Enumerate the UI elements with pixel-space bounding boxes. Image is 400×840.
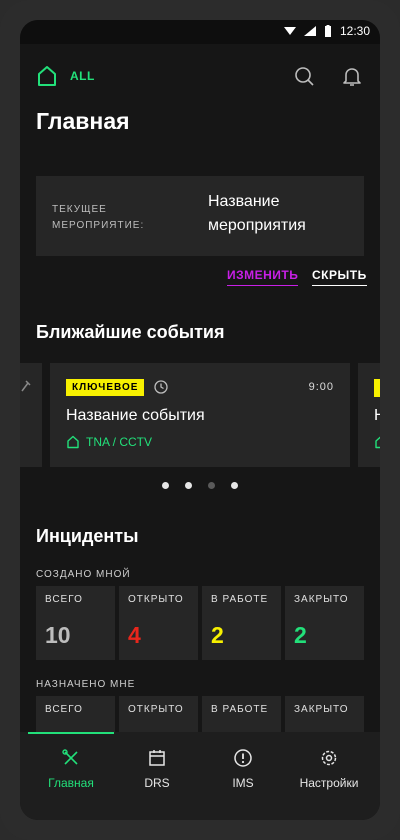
status-time: 12:30 <box>339 24 370 38</box>
hide-event-button[interactable]: СКРЫТЬ <box>312 268 367 286</box>
clock-icon <box>154 380 168 394</box>
stat-label: В РАБОТЕ <box>211 704 269 715</box>
stat-label: В РАБОТЕ <box>211 594 269 605</box>
nav-item-home[interactable]: Главная <box>28 732 114 820</box>
nav-label: IMS <box>232 776 254 790</box>
home-icon <box>38 66 56 86</box>
event-priority-badge <box>374 379 380 397</box>
carousel-pagination[interactable] <box>20 482 380 489</box>
assigned-to-me-label: НАЗНАЧЕНО МНЕ <box>36 679 136 690</box>
event-name: Название события <box>66 407 205 424</box>
pagination-dot[interactable] <box>185 482 192 489</box>
pagination-dot[interactable] <box>231 482 238 489</box>
event-location: TNA / CCTV <box>66 435 152 449</box>
created-by-me-label: СОЗДАНО МНОЙ <box>36 569 131 580</box>
event-card[interactable]: КЛЮЧЕВОЕ 9:00 Название события TNA / CCT… <box>50 363 350 467</box>
nav-item-drs[interactable]: DRS <box>114 732 200 820</box>
nav-label: Настройки <box>299 776 359 790</box>
incidents-section-title: Инциденты <box>36 526 139 546</box>
calendar-icon <box>149 750 165 766</box>
stat-value: 2 <box>211 622 224 648</box>
stat-value: 10 <box>45 622 71 648</box>
tool-icon <box>21 380 31 392</box>
device-frame: 12:30 ALL Главная ТЕКУЩЕЕ МЕРОПРИЯТИЕ: Н… <box>0 0 400 840</box>
event-priority-badge: КЛЮЧЕВОЕ <box>66 379 145 396</box>
pagination-dot[interactable] <box>162 482 169 489</box>
bottom-navigation: Главная DRS IMS Настройки <box>20 732 380 820</box>
stat-label: ЗАКРЫТО <box>294 704 349 715</box>
event-name-fragment: Н <box>374 407 380 424</box>
search-icon <box>295 67 314 86</box>
upcoming-section-title: Ближайшие события <box>36 322 225 342</box>
stat-open[interactable]: ОТКРЫТО 4 <box>119 586 198 660</box>
events-carousel[interactable]: КЛЮЧЕВОЕ 9:00 Название события TNA / CCT… <box>20 363 380 467</box>
home-icon <box>67 435 79 449</box>
nav-item-settings[interactable]: Настройки <box>286 732 372 820</box>
search-button[interactable] <box>292 64 316 88</box>
change-event-button[interactable]: ИЗМЕНИТЬ <box>227 268 299 286</box>
status-bar: 12:30 <box>20 20 380 44</box>
nav-item-ims[interactable]: IMS <box>200 732 286 820</box>
app-screen: 12:30 ALL Главная ТЕКУЩЕЕ МЕРОПРИЯТИЕ: Н… <box>20 20 380 820</box>
signal-icon <box>303 26 316 36</box>
stat-value: 4 <box>128 622 141 648</box>
current-event-label: ТЕКУЩЕЕ МЕРОПРИЯТИЕ: <box>52 204 145 231</box>
stat-total[interactable]: ВСЕГО 10 <box>36 586 115 660</box>
page-title: Главная <box>36 108 130 134</box>
event-card-next[interactable]: Н <box>358 363 380 467</box>
current-event-name: Название мероприятия <box>208 193 306 234</box>
battery-icon <box>324 25 331 37</box>
stat-label: ОТКРЫТО <box>128 704 184 715</box>
stat-label: ЗАКРЫТО <box>294 594 349 605</box>
stat-in-progress[interactable]: В РАБОТЕ 2 <box>202 586 281 660</box>
created-stats-row: ВСЕГО 10 ОТКРЫТО 4 В РАБОТЕ 2 ЗАКРЫТО 2 <box>36 586 364 660</box>
stat-label: ВСЕГО <box>45 594 83 605</box>
alert-circle-icon <box>234 749 252 767</box>
stat-closed[interactable]: ЗАКРЫТО 2 <box>285 586 364 660</box>
wifi-icon <box>283 27 296 35</box>
gear-icon <box>321 750 337 766</box>
home-tools-icon <box>62 749 78 765</box>
notifications-button[interactable] <box>340 64 364 88</box>
nav-label: DRS <box>144 776 170 790</box>
stat-label: ОТКРЫТО <box>128 594 184 605</box>
home-icon <box>375 436 380 449</box>
event-card-previous[interactable] <box>20 363 42 467</box>
filter-label: ALL <box>70 69 95 83</box>
pagination-dot[interactable] <box>208 482 215 489</box>
event-time: 9:00 <box>308 381 334 393</box>
nav-label: Главная <box>48 776 94 790</box>
home-filter-button[interactable]: ALL <box>36 64 96 88</box>
bell-icon <box>343 68 361 86</box>
stat-label: ВСЕГО <box>45 704 83 715</box>
stat-value: 2 <box>294 622 307 648</box>
event-location-label: TNA / CCTV <box>86 435 153 449</box>
current-event-card: ТЕКУЩЕЕ МЕРОПРИЯТИЕ: Название мероприяти… <box>36 176 364 256</box>
